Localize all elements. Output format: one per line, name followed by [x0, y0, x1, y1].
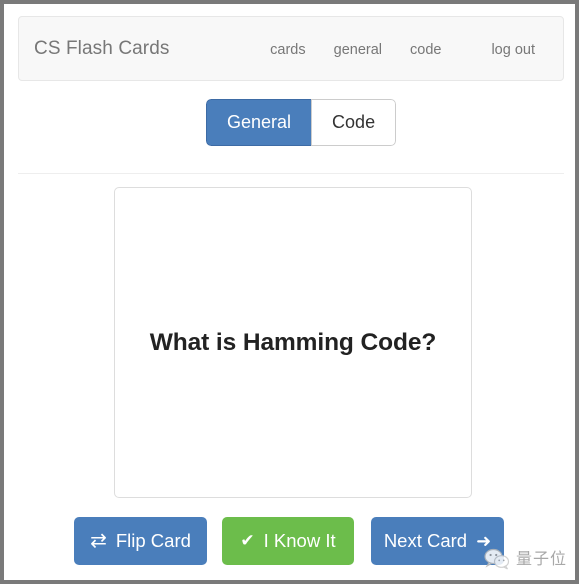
flip-card-label: Flip Card	[115, 530, 191, 551]
category-toggle-group: General Code	[206, 99, 397, 146]
navbar-links: cards general code log out	[256, 41, 557, 59]
flash-card-question: What is Hamming Code?	[149, 328, 437, 356]
nav-link-code[interactable]: code	[396, 41, 455, 59]
i-know-it-label: I Know It	[263, 530, 336, 551]
next-card-label: Next Card	[383, 530, 468, 551]
page-viewport: CS Flash Cards cards general code log ou…	[4, 4, 575, 580]
section-divider	[18, 173, 564, 174]
tab-general[interactable]: General	[206, 99, 312, 146]
watermark-text: 量子位	[515, 549, 567, 568]
flip-card-button[interactable]: ⇄ Flip Card	[74, 517, 207, 565]
i-know-it-button[interactable]: ✔ I Know It	[222, 517, 354, 565]
navbar: CS Flash Cards cards general code log ou…	[18, 16, 564, 81]
browser-window-frame: CS Flash Cards cards general code log ou…	[0, 0, 579, 584]
card-action-buttons: ⇄ Flip Card ✔ I Know It Next Card ➜	[74, 517, 514, 567]
exchange-icon: ⇄	[90, 530, 107, 552]
nav-link-log-out[interactable]: log out	[477, 41, 557, 59]
next-card-button[interactable]: Next Card ➜	[371, 517, 504, 565]
navbar-brand[interactable]: CS Flash Cards	[34, 38, 170, 60]
arrow-right-icon: ➜	[476, 531, 492, 551]
nav-link-general[interactable]: general	[320, 41, 396, 59]
check-icon: ✔	[240, 531, 255, 550]
tab-code[interactable]: Code	[311, 99, 397, 146]
flash-card[interactable]: What is Hamming Code?	[114, 187, 472, 498]
nav-link-cards[interactable]: cards	[256, 41, 319, 59]
